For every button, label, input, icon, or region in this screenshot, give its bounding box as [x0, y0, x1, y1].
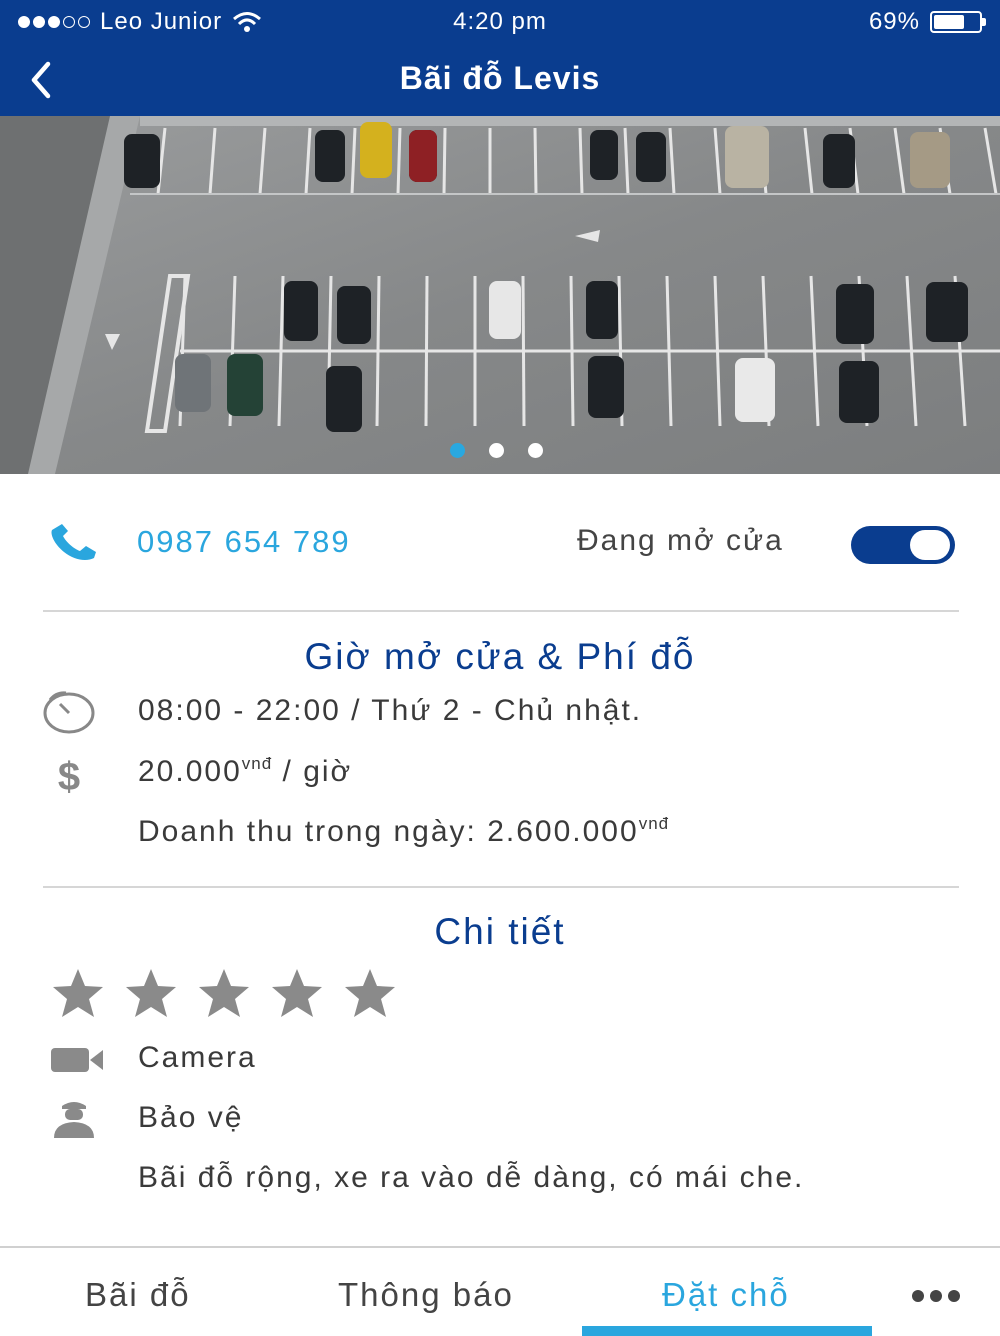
price-unit: vnđ: [241, 754, 273, 773]
clock: 4:20 pm: [453, 8, 547, 35]
phone-number-link[interactable]: 0987 654 789: [137, 524, 351, 560]
star-icon: [53, 969, 103, 1017]
security-label: Bảo vệ: [138, 1101, 244, 1134]
opening-hours: 08:00 - 22:00 / Thứ 2 - Chủ nhật.: [138, 694, 643, 727]
security-guard-icon: [54, 1102, 94, 1138]
daily-revenue: Doanh thu trong ngày: 2.600.000vnđ: [138, 814, 669, 849]
price-suffix: / giờ: [272, 755, 353, 788]
divider: [43, 610, 959, 612]
camera-icon: [51, 1048, 103, 1072]
status-bar: Leo Junior 4:20 pm 69%: [0, 0, 1000, 42]
top-bar: Leo Junior 4:20 pm 69% Bãi đỗ Levis: [0, 0, 1000, 116]
rating-stars: [52, 968, 396, 1018]
revenue-label: Doanh thu trong ngày: 2.600.000: [138, 815, 639, 848]
battery-percent: 69%: [868, 8, 920, 35]
pager-dot-active[interactable]: [450, 443, 465, 458]
contact-row: 0987 654 789 Đang mở cửa: [0, 474, 1000, 610]
star-icon: [345, 969, 395, 1017]
active-tab-indicator: [582, 1326, 872, 1336]
open-status-toggle[interactable]: [851, 526, 955, 564]
parking-description: Bãi đỗ rộng, xe ra vào dễ dàng, có mái c…: [138, 1161, 805, 1194]
hours-section-title: Giờ mở cửa & Phí đỗ: [304, 636, 696, 677]
star-icon: [126, 969, 176, 1017]
battery-icon: [930, 11, 986, 33]
page-title: Bãi đỗ Levis: [399, 60, 601, 96]
camera-label: Camera: [138, 1041, 257, 1074]
open-status-label: Đang mở cửa: [577, 524, 784, 557]
divider: [43, 886, 959, 888]
parking-lot-photo[interactable]: [0, 116, 1000, 474]
pager-dot[interactable]: [489, 443, 504, 458]
carousel-pager[interactable]: [450, 443, 543, 458]
phone-icon[interactable]: [46, 524, 102, 564]
price-per-hour: 20.000vnđ / giờ: [138, 754, 352, 789]
pager-dot[interactable]: [528, 443, 543, 458]
tab-notifications[interactable]: Thông báo: [338, 1276, 514, 1314]
tab-parking[interactable]: Bãi đỗ: [85, 1276, 191, 1314]
bottom-tab-bar: Bãi đỗ Thông báo Đặt chỗ: [0, 1246, 1000, 1336]
more-icon[interactable]: [912, 1290, 960, 1302]
star-icon: [272, 969, 322, 1017]
dollar-icon: $: [58, 756, 80, 796]
details-section-title: Chi tiết: [434, 911, 566, 952]
star-icon: [199, 969, 249, 1017]
clock-icon: [43, 691, 95, 734]
revenue-unit: vnđ: [638, 814, 670, 833]
price-value: 20.000: [138, 755, 242, 788]
tab-booking[interactable]: Đặt chỗ: [662, 1276, 790, 1314]
svg-text:$: $: [58, 756, 80, 796]
